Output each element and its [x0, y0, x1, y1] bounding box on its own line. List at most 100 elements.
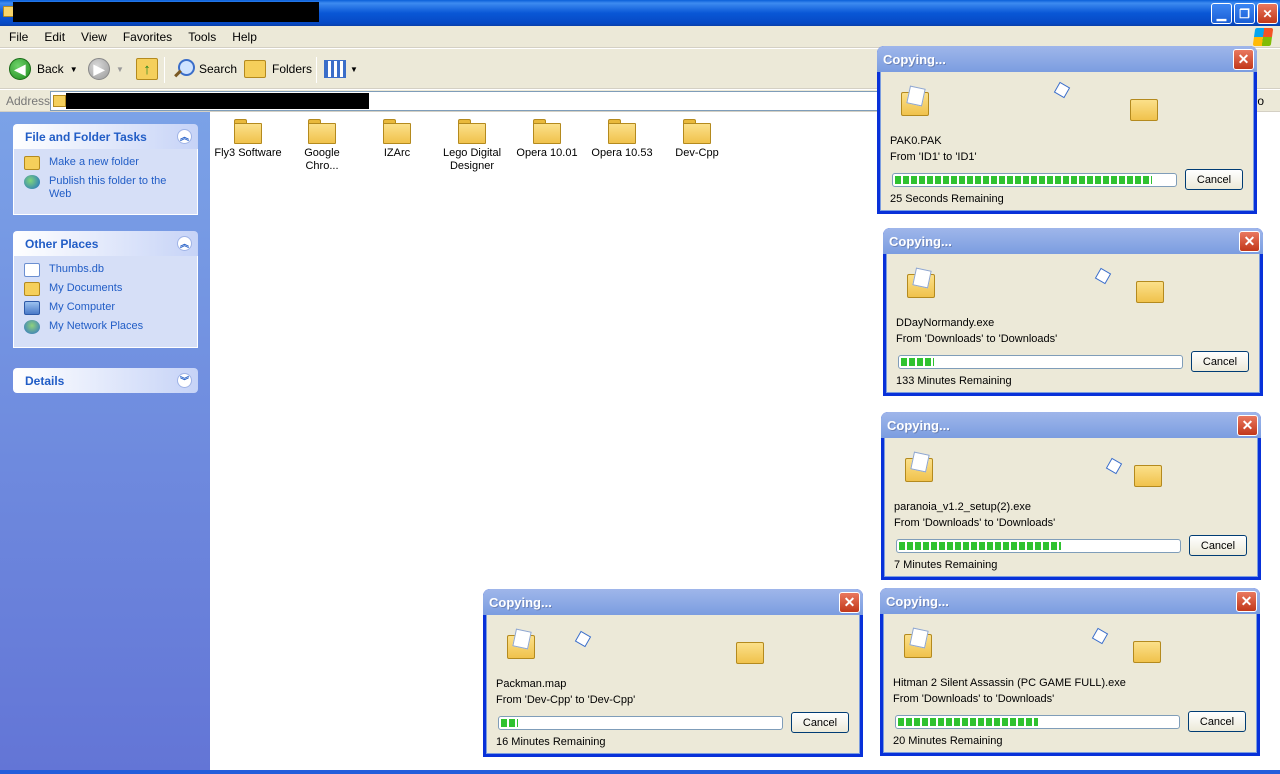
dialog-close-button[interactable]: ✕	[1237, 414, 1258, 436]
progress-fill	[898, 718, 1038, 726]
search-button[interactable]: Search	[172, 55, 237, 83]
folder-item[interactable]: Fly3 Software	[210, 119, 286, 160]
place-my-documents[interactable]: My Documents	[24, 282, 191, 296]
views-button[interactable]: ▼	[324, 55, 358, 83]
cancel-button[interactable]: Cancel	[1188, 711, 1246, 732]
network-places-icon	[24, 320, 40, 334]
panel-header[interactable]: Details ︾	[13, 368, 198, 393]
menu-view[interactable]: View	[72, 30, 114, 44]
dialog-body: Packman.map From 'Dev-Cpp' to 'Dev-Cpp' …	[486, 615, 860, 754]
folder-item[interactable]: Dev-Cpp	[659, 119, 735, 160]
up-button[interactable]: ↑	[136, 55, 158, 83]
forward-dropdown-icon[interactable]: ▼	[116, 65, 124, 74]
chevron-up-icon[interactable]: ︽	[177, 236, 192, 251]
folder-up-icon: ↑	[136, 58, 158, 80]
flying-document-icon	[1091, 627, 1109, 645]
folder-icon	[533, 119, 561, 144]
go-button-label[interactable]: o	[1257, 94, 1264, 108]
dialog-title: Copying...	[489, 594, 552, 610]
back-dropdown-icon[interactable]: ▼	[70, 65, 78, 74]
menu-file[interactable]: File	[0, 30, 35, 44]
publish-folder-link[interactable]: Publish this folder to the Web	[24, 175, 191, 201]
dialog-body: paranoia_v1.2_setup(2).exe From 'Downloa…	[884, 438, 1258, 577]
cancel-button[interactable]: Cancel	[1191, 351, 1249, 372]
address-label: Address	[6, 94, 51, 108]
folders-button[interactable]: Folders	[244, 55, 312, 83]
folder-item[interactable]: Google Chro...	[284, 119, 360, 173]
dialog-title-bar[interactable]: Copying... ✕	[877, 46, 1257, 72]
chevron-down-icon[interactable]: ︾	[177, 373, 192, 388]
taskbar	[0, 770, 1280, 774]
redacted-path	[66, 93, 369, 109]
file-name: PAK0.PAK	[890, 135, 942, 147]
file-name: DDayNormandy.exe	[896, 317, 995, 329]
dialog-title-bar[interactable]: Copying... ✕	[483, 589, 863, 615]
dialog-close-button[interactable]: ✕	[839, 591, 860, 613]
copy-dialog: Copying... ✕ Packman.map From 'Dev-Cpp' …	[483, 589, 863, 757]
place-thumbs-db[interactable]: Thumbs.db	[24, 263, 191, 277]
dialog-title-bar[interactable]: Copying... ✕	[881, 412, 1261, 438]
source-folder-icon	[904, 634, 932, 658]
cancel-button[interactable]: Cancel	[1189, 535, 1247, 556]
progress-bar	[895, 715, 1180, 729]
source-folder-icon	[907, 274, 935, 298]
dialog-close-button[interactable]: ✕	[1239, 230, 1260, 252]
folder-label: Lego Digital Designer	[442, 147, 502, 172]
copy-dialog: Copying... ✕ DDayNormandy.exe From 'Down…	[883, 228, 1263, 396]
menu-favorites[interactable]: Favorites	[114, 30, 179, 44]
progress-fill	[901, 358, 935, 366]
dialog-body: DDayNormandy.exe From 'Downloads' to 'Do…	[886, 254, 1260, 393]
back-button[interactable]: ◀ Back ▼	[9, 55, 78, 83]
dialog-title: Copying...	[887, 417, 950, 433]
folder-item[interactable]: Lego Digital Designer	[434, 119, 510, 173]
new-folder-icon	[24, 156, 40, 170]
panel-header[interactable]: File and Folder Tasks ︽	[13, 124, 198, 149]
menu-tools[interactable]: Tools	[179, 30, 223, 44]
search-icon	[172, 58, 195, 80]
flying-document-icon	[1094, 267, 1112, 285]
folder-label: IZArc	[383, 147, 411, 159]
redacted-title	[13, 2, 319, 22]
folder-label: Opera 10.01	[516, 147, 578, 159]
folder-label: Fly3 Software	[214, 147, 282, 159]
copy-path: From 'Dev-Cpp' to 'Dev-Cpp'	[496, 694, 636, 706]
folder-item[interactable]: Opera 10.53	[584, 119, 660, 160]
forward-button[interactable]: ▶ ▼	[88, 55, 124, 83]
chevron-up-icon[interactable]: ︽	[177, 129, 192, 144]
copy-path: From 'ID1' to 'ID1'	[890, 151, 977, 163]
minimize-button[interactable]: ▁	[1211, 3, 1232, 24]
folder-icon	[383, 119, 411, 144]
folder-item[interactable]: Opera 10.01	[509, 119, 585, 160]
address-field[interactable]	[50, 91, 910, 111]
destination-folder-icon	[1133, 641, 1161, 663]
file-icon	[24, 263, 40, 277]
place-label: My Documents	[49, 282, 123, 294]
copy-dialog: Copying... ✕ PAK0.PAK From 'ID1' to 'ID1…	[877, 46, 1257, 214]
panel-header[interactable]: Other Places ︽	[13, 231, 198, 256]
folder-item[interactable]: IZArc	[359, 119, 435, 160]
panel-title: Other Places	[25, 236, 99, 251]
file-name: Packman.map	[496, 678, 567, 690]
menu-edit[interactable]: Edit	[35, 30, 72, 44]
dialog-close-button[interactable]: ✕	[1233, 48, 1254, 70]
dialog-close-button[interactable]: ✕	[1236, 590, 1257, 612]
cancel-button[interactable]: Cancel	[791, 712, 849, 733]
place-my-computer[interactable]: My Computer	[24, 301, 191, 315]
panel-title: File and Folder Tasks	[25, 129, 147, 144]
progress-bar	[896, 539, 1181, 553]
make-new-folder-link[interactable]: Make a new folder	[24, 156, 191, 170]
progress-bar	[498, 716, 783, 730]
cancel-button[interactable]: Cancel	[1185, 169, 1243, 190]
place-my-network-places[interactable]: My Network Places	[24, 320, 191, 334]
flying-document-icon	[1105, 457, 1123, 475]
search-label: Search	[199, 62, 238, 76]
close-button[interactable]: ✕	[1257, 3, 1278, 24]
dialog-title-bar[interactable]: Copying... ✕	[880, 588, 1260, 614]
maximize-button[interactable]: ❐	[1234, 3, 1255, 24]
dialog-title-bar[interactable]: Copying... ✕	[883, 228, 1263, 254]
folder-icon	[308, 119, 336, 144]
menu-help[interactable]: Help	[223, 30, 264, 44]
views-dropdown-icon[interactable]: ▼	[350, 65, 358, 74]
windows-logo-icon	[1252, 28, 1274, 46]
toolbar-separator	[316, 57, 317, 83]
